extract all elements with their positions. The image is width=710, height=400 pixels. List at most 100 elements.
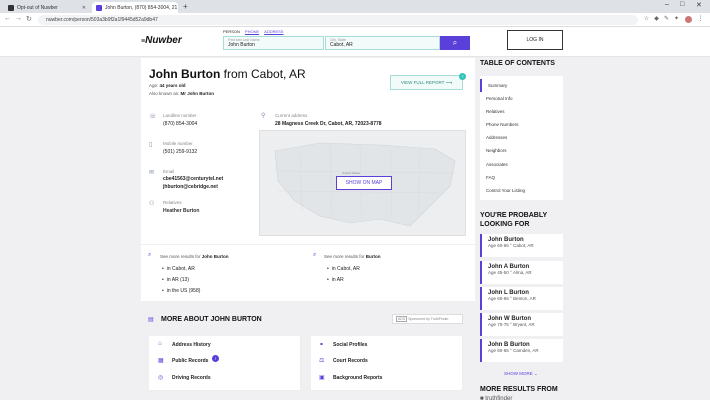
- result-link[interactable]: in AR: [327, 277, 360, 283]
- person-suggestion[interactable]: John A Burton Age 45-50 ° Alma, AR: [480, 261, 563, 284]
- login-button[interactable]: LOG IN: [507, 30, 563, 50]
- toc-item-relatives[interactable]: Relatives: [480, 105, 563, 118]
- suggestion-detail: Age 60-65 ° Cabot, AR: [488, 243, 534, 248]
- nuwber-logo[interactable]: ≡Nuwber: [141, 35, 182, 46]
- maximize-icon[interactable]: □: [680, 1, 684, 8]
- mobile-icon: ▯: [149, 142, 153, 148]
- browser-menu-icon[interactable]: ⋮: [697, 16, 704, 23]
- table-of-contents: Summary Personal Info Relatives Phone Nu…: [480, 76, 563, 200]
- close-tab-icon[interactable]: ✕: [177, 5, 178, 11]
- bookmark-star-icon[interactable]: ☆: [643, 16, 650, 23]
- phone-icon: ☏: [149, 114, 157, 120]
- toc-item-associates[interactable]: Associates: [480, 158, 563, 171]
- address-value[interactable]: 28 Magness Creek Dr, Cabot, AR, 72023-87…: [275, 121, 382, 127]
- person-suggestion[interactable]: John B Burton Age 60-65 ° Camden, AR: [480, 339, 563, 362]
- address-history-link[interactable]: Address History: [172, 342, 211, 348]
- tab-person[interactable]: PERSON: [223, 29, 240, 34]
- ads-label: ADS: [396, 316, 408, 322]
- email-value[interactable]: cbe41563@centurytel.net: [163, 176, 223, 182]
- new-tab-icon[interactable]: +: [183, 2, 188, 11]
- city-search-input[interactable]: City, State Cabot, AR: [325, 36, 440, 50]
- suggestion-detail: Age 45-50 ° Alma, AR: [488, 270, 532, 275]
- result-link[interactable]: in AR (13): [162, 277, 200, 283]
- toc-item-neighbors[interactable]: Neighbors: [480, 144, 563, 157]
- toc-item-control-listing[interactable]: Control Your Listing: [480, 184, 563, 197]
- profile-avatar[interactable]: [685, 16, 692, 23]
- more-results-list: in Cabot, AR in AR (13) in the US (958): [162, 266, 201, 299]
- result-link[interactable]: in Cabot, AR: [162, 266, 200, 272]
- url-field[interactable]: nuwber.com/person/503a3b9f2a1f9445d52a9d…: [38, 15, 638, 25]
- person-suggestion[interactable]: John Burton Age 60-65 ° Cabot, AR: [480, 234, 563, 257]
- person-suggestion[interactable]: John L Burton Age 60-65 ° Benton, AR: [480, 287, 563, 310]
- tab-phone[interactable]: PHONE: [245, 29, 259, 34]
- show-more-button[interactable]: SHOW MORE ⌄: [504, 371, 538, 377]
- minimize-icon[interactable]: –: [665, 1, 669, 8]
- toc-item-addresses[interactable]: Addresses: [480, 131, 563, 144]
- person-suggestion[interactable]: John W Burton Age 70-75 ° Bryant, AR: [480, 313, 563, 336]
- extensions-puzzle-icon[interactable]: ✦: [673, 16, 680, 23]
- browser-tab[interactable]: Opt-out of Nuwber ✕: [4, 2, 90, 13]
- extension-icon[interactable]: ✎: [663, 16, 670, 23]
- map-preview[interactable]: United States SHOW ON MAP: [259, 130, 466, 236]
- more-results-heading: See more results for John Burton: [160, 254, 229, 259]
- tab-address[interactable]: ADDRESS: [264, 29, 283, 34]
- person-name: John Burton: [149, 67, 221, 81]
- forward-icon[interactable]: →: [15, 15, 22, 22]
- driving-records-link[interactable]: Driving Records: [172, 375, 211, 381]
- relatives-icon: ⚇: [149, 201, 155, 207]
- location-pin-icon: ⚲: [261, 113, 266, 119]
- sponsor-badge[interactable]: ADS Sponsored by TruthFinder: [392, 314, 463, 324]
- toc-item-personal-info[interactable]: Personal Info: [480, 92, 563, 105]
- tab-favicon-icon: [8, 4, 14, 11]
- view-full-report-button[interactable]: VIEW FULL REPORT ⟶: [390, 75, 463, 90]
- browser-tab-active[interactable]: John Burton, (870) 854-3004, 21 ✕: [92, 2, 178, 13]
- result-link[interactable]: in the US (958): [162, 288, 201, 294]
- email-value[interactable]: jhburton@cebridge.net: [163, 184, 218, 190]
- toc-title: TABLE OF CONTENTS: [480, 60, 555, 67]
- relatives-label: Relatives: [163, 200, 182, 205]
- show-on-map-button[interactable]: SHOW ON MAP: [336, 176, 392, 190]
- name-search-input[interactable]: First and Last Name John Burton: [223, 36, 324, 50]
- mobile-value[interactable]: (501) 259-9132: [163, 149, 197, 155]
- probably-looking-title: YOU'RE PROBABLY LOOKING FOR: [480, 212, 548, 228]
- social-profiles-link[interactable]: Social Profiles: [333, 342, 367, 348]
- sponsor-text: Sponsored by TruthFinder: [408, 317, 449, 321]
- tab-title: John Burton, (870) 854-3004, 21: [105, 4, 178, 11]
- more-results-name: Burton: [365, 254, 381, 259]
- social-profiles-icon: ⚭: [319, 342, 325, 348]
- close-tab-icon[interactable]: ✕: [82, 5, 86, 11]
- email-label: Email: [163, 169, 175, 174]
- age-line: Age: 44 years old: [149, 83, 186, 88]
- person-location: from Cabot, AR: [223, 67, 306, 81]
- toc-item-summary[interactable]: Summary: [480, 79, 563, 93]
- result-link[interactable]: in Cabot, AR: [327, 266, 360, 272]
- public-records-link[interactable]: Public Records: [172, 358, 208, 364]
- close-window-icon[interactable]: ✕: [696, 1, 702, 9]
- email-icon: ✉: [149, 170, 155, 176]
- suggestion-detail: Age 70-75 ° Bryant, AR: [488, 322, 535, 327]
- address-label: Current address: [275, 113, 308, 118]
- logo-text: Nuwber: [145, 35, 182, 46]
- city-value: Cabot, AR: [330, 42, 353, 48]
- back-icon[interactable]: ←: [4, 15, 11, 22]
- public-records-icon: ▦: [158, 358, 164, 364]
- landline-value[interactable]: (870) 854-3004: [163, 121, 197, 127]
- browser-tab-bar: Opt-out of Nuwber ✕ John Burton, (870) 8…: [0, 0, 710, 13]
- truthfinder-logo[interactable]: ■ truthfinder: [480, 396, 512, 400]
- aka-value: Mr John Burton: [180, 91, 215, 96]
- toc-item-phone-numbers[interactable]: Phone Numbers: [480, 118, 563, 131]
- background-reports-icon: ▣: [319, 375, 325, 381]
- toc-item-faq[interactable]: FAQ: [480, 171, 563, 184]
- map-region-label: United States: [342, 171, 361, 175]
- site-header: ≡Nuwber PERSON PHONE ADDRESS First and L…: [0, 27, 710, 57]
- search-button[interactable]: ⌕: [440, 36, 470, 50]
- court-records-link[interactable]: Court Records: [333, 358, 368, 364]
- relatives-value[interactable]: Heather Burton: [163, 208, 199, 214]
- background-reports-link[interactable]: Background Reports: [333, 375, 382, 381]
- more-results-name: John Burton: [201, 254, 229, 259]
- aka-label: Also known as:: [149, 91, 180, 96]
- reload-icon[interactable]: ↻: [26, 15, 32, 23]
- suggestion-detail: Age 60-65 ° Camden, AR: [488, 348, 539, 353]
- extension-icon[interactable]: ◆: [653, 16, 660, 23]
- view-report-label: VIEW FULL REPORT: [400, 80, 445, 85]
